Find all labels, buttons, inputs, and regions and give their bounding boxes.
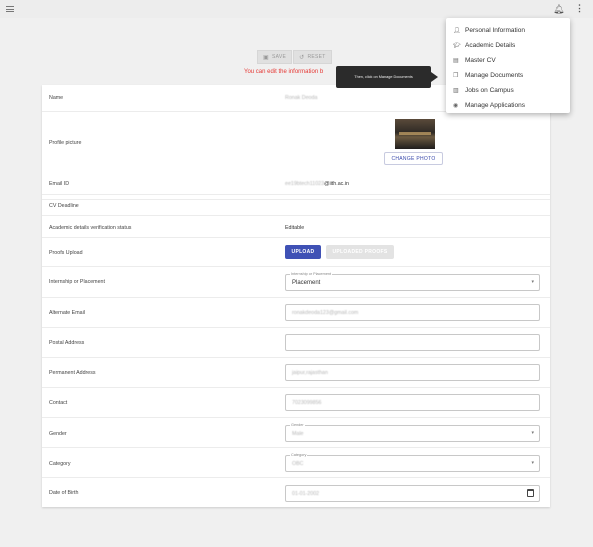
reset-icon: ↺ bbox=[299, 54, 305, 61]
row-verification: Academic details verification status Edi… bbox=[42, 216, 550, 238]
profile-photo bbox=[395, 119, 435, 149]
menu-item-label: Academic Details bbox=[465, 42, 516, 49]
name-value: Ronak Deoda bbox=[285, 95, 318, 101]
postal-address-field[interactable] bbox=[285, 334, 540, 351]
permanent-value: jaipur,rajasthan bbox=[292, 370, 328, 376]
menu-item-label: Manage Applications bbox=[465, 102, 525, 109]
document-icon: ▤ bbox=[453, 58, 459, 64]
bell-icon[interactable]: 🔔︎ bbox=[553, 4, 564, 15]
save-button[interactable]: ▣ SAVE bbox=[257, 50, 293, 64]
dob-field[interactable]: 01-01-2002 bbox=[285, 485, 540, 502]
internship-select[interactable]: Internship or Placement Placement ▾ bbox=[285, 272, 540, 291]
permanent-address-field[interactable]: jaipur,rajasthan bbox=[285, 364, 540, 381]
menu-item-label: Master CV bbox=[465, 57, 496, 64]
verification-label: Academic details verification status bbox=[49, 225, 132, 231]
building-icon: ▥ bbox=[453, 88, 459, 94]
contact-label: Contact bbox=[49, 400, 68, 406]
contact-value: 7023099856 bbox=[292, 400, 322, 406]
email-value: ee19btech11023@iith.ac.in bbox=[285, 181, 349, 187]
alt-email-value: ronakdeoda123@gmail.com bbox=[292, 310, 359, 316]
email-label: Email ID bbox=[49, 181, 70, 187]
menu-item-label: Manage Documents bbox=[465, 72, 524, 79]
dropdown-arrow-icon: ▾ bbox=[531, 460, 534, 466]
cv-deadline-label: CV Deadline bbox=[49, 203, 79, 209]
internship-label: Internship or Placement bbox=[49, 279, 105, 285]
more-vert-icon[interactable]: ⋮ bbox=[575, 3, 584, 14]
top-app-bar: 🔔︎ ⋮ bbox=[0, 0, 593, 18]
save-label: SAVE bbox=[271, 54, 287, 60]
calendar-icon[interactable] bbox=[527, 489, 534, 497]
school-icon: 🎓︎ bbox=[453, 43, 461, 49]
category-field-label: Category bbox=[290, 453, 308, 457]
person-icon: 👤︎ bbox=[453, 28, 461, 34]
profile-picture-label: Profile picture bbox=[49, 140, 82, 146]
email-value-suffix: @iith.ac.in bbox=[324, 181, 349, 187]
menu-item-jobs-on-campus[interactable]: ▥ Jobs on Campus bbox=[446, 83, 570, 98]
documents-icon: ❐ bbox=[453, 73, 459, 79]
internship-field-label: Internship or Placement bbox=[290, 272, 333, 276]
tooltip: Then, click on Manage Documents bbox=[336, 66, 438, 88]
internship-value: Placement bbox=[292, 280, 321, 286]
category-label: Category bbox=[49, 461, 71, 467]
gender-label: Gender bbox=[49, 431, 67, 437]
proofs-label: Proofs Upload bbox=[49, 250, 83, 256]
explore-icon: ◉ bbox=[453, 103, 459, 109]
alt-email-label: Alternate Email bbox=[49, 310, 85, 316]
profile-menu: 👤︎ Personal Information 🎓︎ Academic Deta… bbox=[446, 18, 570, 113]
menu-item-personal-information[interactable]: 👤︎ Personal Information bbox=[446, 23, 570, 38]
menu-item-manage-applications[interactable]: ◉ Manage Applications bbox=[446, 98, 570, 113]
name-label: Name bbox=[49, 95, 64, 101]
save-icon: ▣ bbox=[263, 54, 269, 61]
dob-value: 01-01-2002 bbox=[292, 491, 320, 497]
uploaded-proofs-button[interactable]: UPLOADED PROOFS bbox=[326, 245, 394, 259]
verification-value: Editable bbox=[285, 225, 305, 231]
gender-value: Male bbox=[292, 431, 304, 437]
menu-item-academic-details[interactable]: 🎓︎ Academic Details bbox=[446, 38, 570, 53]
reset-label: RESET bbox=[307, 54, 326, 60]
permanent-label: Permanent Address bbox=[49, 370, 96, 376]
menu-item-manage-documents[interactable]: ❐ Manage Documents bbox=[446, 68, 570, 83]
upload-button[interactable]: UPLOAD bbox=[285, 245, 321, 259]
postal-label: Postal Address bbox=[49, 340, 85, 346]
row-cv-deadline: CV Deadline bbox=[42, 195, 550, 216]
row-email: Email ID ee19btech11023@iith.ac.in bbox=[42, 173, 550, 195]
edit-message: You can edit the information b bbox=[244, 69, 324, 75]
tooltip-text: Then, click on Manage Documents bbox=[354, 75, 413, 79]
menu-item-label: Jobs on Campus bbox=[465, 87, 514, 94]
menu-item-master-cv[interactable]: ▤ Master CV bbox=[446, 53, 570, 68]
category-value: OBC bbox=[292, 461, 304, 467]
dropdown-arrow-icon: ▾ bbox=[531, 430, 534, 436]
category-select[interactable]: Category OBC ▾ bbox=[285, 453, 540, 472]
dob-label: Date of Birth bbox=[49, 490, 79, 496]
alt-email-field[interactable]: ronakdeoda123@gmail.com bbox=[285, 304, 540, 321]
dropdown-arrow-icon: ▾ bbox=[531, 279, 534, 285]
reset-button[interactable]: ↺ RESET bbox=[293, 50, 332, 64]
change-photo-button[interactable]: CHANGE PHOTO bbox=[384, 152, 443, 165]
hamburger-menu-icon[interactable] bbox=[6, 6, 14, 12]
menu-item-label: Personal Information bbox=[465, 27, 525, 34]
gender-select[interactable]: Gender Male ▾ bbox=[285, 423, 540, 442]
profile-form-card: Name Ronak Deoda Profile picture CHANGE … bbox=[42, 85, 550, 507]
contact-field[interactable]: 7023099856 bbox=[285, 394, 540, 411]
form-actions: ▣ SAVE ↺ RESET bbox=[257, 50, 332, 64]
gender-field-label: Gender bbox=[290, 423, 305, 427]
email-value-hidden: ee19btech11023 bbox=[285, 181, 325, 187]
